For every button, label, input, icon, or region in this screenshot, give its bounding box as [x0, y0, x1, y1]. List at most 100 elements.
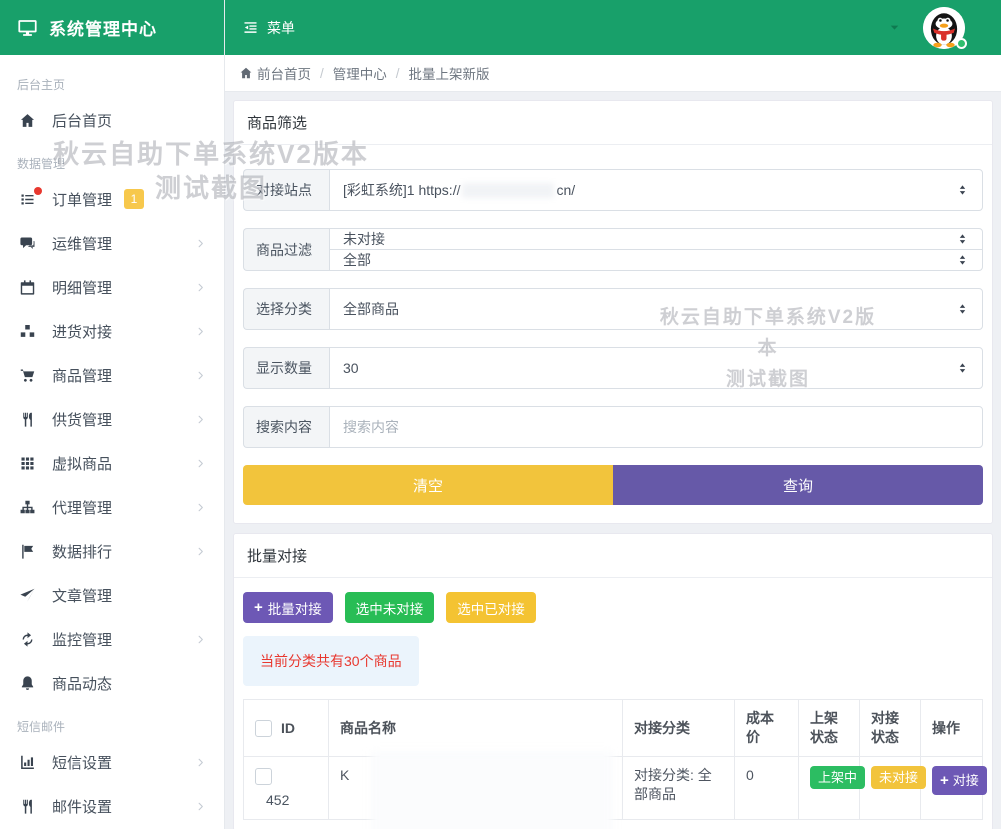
sidebar-section-label: 数据管理 [0, 142, 224, 177]
sidebar-item-products[interactable]: 商品管理 [0, 353, 224, 397]
sidebar-item-label: 进货对接 [52, 321, 112, 342]
cubes-icon [18, 323, 37, 340]
breadcrumb-center-link[interactable]: 管理中心 [333, 63, 387, 83]
row-cost: 0 [735, 757, 799, 820]
sidebar-item-purchase-link[interactable]: 进货对接 [0, 309, 224, 353]
sidebar-section-label: 短信邮件 [0, 705, 224, 740]
menu-label: 菜单 [267, 18, 295, 38]
caret-down-icon[interactable] [888, 21, 901, 34]
sidebar-item-orders[interactable]: 订单管理1 [0, 177, 224, 221]
sidebar-item-rankings[interactable]: 数据排行 [0, 529, 224, 573]
clear-button[interactable]: 清空 [243, 465, 613, 505]
row-id: 452 [255, 785, 317, 810]
sidebar-item-details[interactable]: 明细管理 [0, 265, 224, 309]
chevron-right-icon [195, 414, 206, 425]
utensils-icon [18, 798, 37, 815]
sidebar-item-supply[interactable]: 供货管理 [0, 397, 224, 441]
chevron-right-icon [195, 238, 206, 249]
batch-toolbar: + 批量对接 选中未对接 选中已对接 [243, 592, 983, 623]
sidebar-item-articles[interactable]: 文章管理 [0, 573, 224, 617]
site-value-prefix: [彩虹系统]1 https:// [343, 180, 460, 200]
category-field-group: 选择分类 全部商品 [243, 288, 983, 330]
app-logo: 系统管理中心 [0, 0, 224, 55]
chevron-right-icon [195, 370, 206, 381]
bell-icon [18, 675, 37, 692]
select-unlinked-button[interactable]: 选中未对接 [345, 592, 435, 623]
utensils-icon [18, 411, 37, 428]
search-input[interactable] [343, 407, 969, 447]
chevron-right-icon [195, 502, 206, 513]
site-label: 对接站点 [243, 169, 329, 211]
sidebar-item-email-settings[interactable]: 邮件设置 [0, 784, 224, 828]
plus-icon: + [940, 773, 949, 788]
sidebar-item-label: 订单管理 [52, 189, 112, 210]
product-filter-stack: 未对接 全部 [329, 228, 983, 271]
sidebar-item-label: 商品管理 [52, 365, 112, 386]
sidebar-item-operations[interactable]: 运维管理 [0, 221, 224, 265]
column-header-shelf-status: 上架状态 [799, 700, 860, 757]
site-select[interactable]: [彩虹系统]1 https:// cn/ [329, 169, 983, 211]
category-value: 全部商品 [343, 299, 399, 319]
sidebar-item-sms-settings[interactable]: 短信设置 [0, 740, 224, 784]
product-filter-label: 商品过滤 [243, 228, 329, 271]
select-arrows-icon [956, 184, 969, 197]
select-arrows-icon [956, 254, 969, 267]
chevron-right-icon [195, 458, 206, 469]
count-select[interactable]: 30 [329, 347, 983, 389]
product-name-suffix: 利】 [557, 767, 585, 783]
table-row: 452 K利】 对接分类: 全部商品 0 上架中 未对接 [244, 757, 983, 820]
sidebar-item-label: 虚拟商品 [52, 453, 112, 474]
menu-toggle-button[interactable]: 菜单 [242, 18, 295, 38]
sidebar-item-label: 数据排行 [52, 541, 112, 562]
batch-panel-title: 批量对接 [234, 534, 992, 578]
category-select[interactable]: 全部商品 [329, 288, 983, 330]
breadcrumb-home-link[interactable]: 前台首页 [239, 63, 311, 83]
product-filter-value-1: 未对接 [343, 229, 385, 249]
column-header-id: ID [281, 719, 295, 738]
link-action-button[interactable]: + 对接 [932, 766, 987, 795]
product-filter-select-1[interactable]: 未对接 [329, 228, 983, 250]
select-arrows-icon [956, 303, 969, 316]
count-field-group: 显示数量 30 [243, 347, 983, 389]
column-header-category: 对接分类 [623, 700, 735, 757]
sidebar-nav: 后台主页后台首页数据管理订单管理1运维管理明细管理进货对接商品管理供货管理虚拟商… [0, 55, 224, 828]
site-value-suffix: cn/ [556, 182, 575, 198]
row-checkbox[interactable] [255, 768, 272, 785]
refresh-icon [18, 631, 37, 648]
sidebar-item-home[interactable]: 后台首页 [0, 98, 224, 142]
home-icon [239, 66, 253, 80]
comments-icon [18, 235, 37, 252]
breadcrumb: 前台首页 / 管理中心 / 批量上架新版 [225, 55, 1001, 92]
app-title: 系统管理中心 [49, 15, 157, 40]
sidebar-item-monitoring[interactable]: 监控管理 [0, 617, 224, 661]
select-arrows-icon [956, 233, 969, 246]
filter-panel-title: 商品筛选 [234, 101, 992, 145]
filter-panel-body: 对接站点 [彩虹系统]1 https:// cn/ 商品过滤 未对接 [234, 145, 992, 523]
search-field-group: 搜索内容 [243, 406, 983, 448]
monitor-icon [17, 17, 38, 38]
batch-link-button[interactable]: + 批量对接 [243, 592, 333, 623]
sidebar-item-agents[interactable]: 代理管理 [0, 485, 224, 529]
chevron-right-icon [195, 801, 206, 812]
products-table: ID 商品名称 对接分类 成本价 上架状态 对接状态 操作 [243, 699, 983, 820]
product-filter-select-2[interactable]: 全部 [329, 249, 983, 271]
query-button[interactable]: 查询 [613, 465, 983, 505]
row-category: 对接分类: 全部商品 [623, 757, 735, 820]
paper-plane-icon [18, 587, 37, 604]
batch-panel-body: + 批量对接 选中未对接 选中已对接 当前分类共有30个商品 [234, 578, 992, 829]
search-field [329, 406, 983, 448]
menu-icon [242, 19, 259, 36]
sidebar-item-product-news[interactable]: 商品动态 [0, 661, 224, 705]
sidebar-item-virtual-goods[interactable]: 虚拟商品 [0, 441, 224, 485]
sidebar-item-label: 短信设置 [52, 752, 112, 773]
breadcrumb-separator: / [320, 66, 324, 81]
select-all-checkbox[interactable] [255, 720, 272, 737]
breadcrumb-separator: / [396, 66, 400, 81]
batch-panel: 批量对接 + 批量对接 选中未对接 选中已对接 当前分类共有30个商品 [233, 533, 993, 829]
avatar[interactable] [923, 7, 965, 49]
category-label: 选择分类 [243, 288, 329, 330]
chevron-right-icon [195, 634, 206, 645]
product-filter-value-2: 全部 [343, 250, 371, 270]
link-action-label: 对接 [953, 771, 979, 790]
select-linked-button[interactable]: 选中已对接 [446, 592, 536, 623]
